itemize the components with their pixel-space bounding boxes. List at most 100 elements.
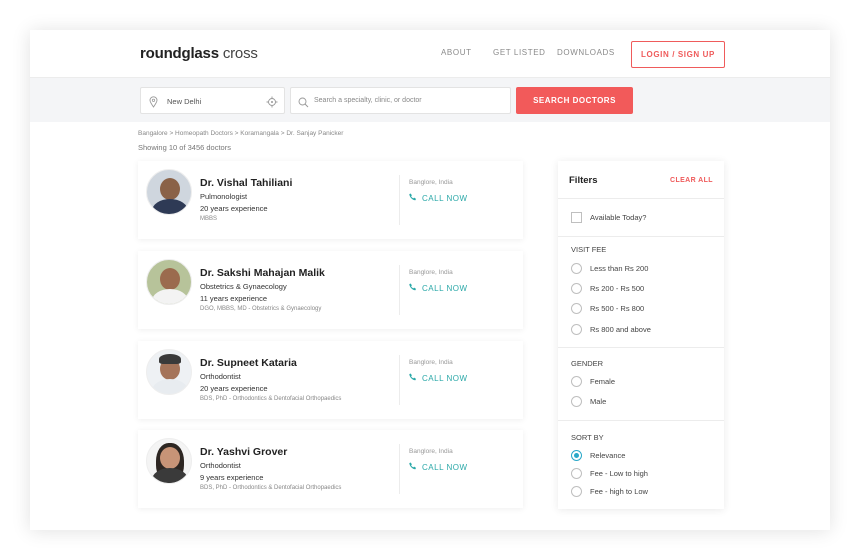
doctor-specialty: Orthodontist [200, 461, 241, 470]
clear-all-button[interactable]: CLEAR ALL [670, 177, 713, 184]
doctor-card[interactable]: Dr. Supneet Kataria Orthodontist 20 year… [138, 341, 523, 419]
breadcrumb[interactable]: Bangalore > Homeopath Doctors > Koramang… [138, 130, 343, 137]
location-pin-icon [149, 95, 158, 113]
doctor-avatar [146, 169, 192, 215]
nav-downloads[interactable]: DOWNLOADS [557, 48, 615, 57]
search-bar: New Delhi Search a specialty, clinic, or… [30, 78, 830, 122]
sort-option-label: Fee - Low to high [590, 469, 648, 478]
doctor-avatar [146, 438, 192, 484]
call-now-button[interactable]: CALL NOW [409, 193, 468, 203]
doctor-experience: 11 years experience [200, 294, 267, 303]
gender-heading: GENDER [571, 359, 604, 368]
doctor-degrees: BDS, PhD - Orthodontics & Dentofacial Or… [200, 396, 342, 402]
doctor-experience: 9 years experience [200, 473, 264, 482]
visit-fee-heading: VISIT FEE [571, 245, 607, 254]
gender-option-label: Male [590, 397, 607, 406]
call-now-label: CALL NOW [422, 283, 468, 293]
location-value: New Delhi [167, 97, 202, 106]
doctor-city: Banglore, India [409, 448, 453, 455]
doctor-card[interactable]: Dr. Vishal Tahiliani Pulmonologist 20 ye… [138, 161, 523, 239]
nav-about[interactable]: ABOUT [441, 48, 472, 57]
call-now-label: CALL NOW [422, 193, 468, 203]
search-icon [298, 95, 309, 113]
card-divider [399, 444, 400, 494]
search-input[interactable]: Search a specialty, clinic, or doctor [290, 87, 511, 114]
fee-option[interactable]: Rs 200 - Rs 500 [571, 283, 644, 294]
brand-logo[interactable]: roundglass cross [140, 45, 258, 62]
doctor-card[interactable]: Dr. Yashvi Grover Orthodontist 9 years e… [138, 430, 523, 508]
fee-option[interactable]: Rs 800 and above [571, 324, 651, 335]
call-now-button[interactable]: CALL NOW [409, 373, 468, 383]
radio-button[interactable] [571, 324, 582, 335]
card-divider [399, 355, 400, 405]
sort-option[interactable]: Fee - high to Low [571, 486, 648, 497]
doctor-name[interactable]: Dr. Sakshi Mahajan Malik [200, 267, 325, 279]
call-now-button[interactable]: CALL NOW [409, 462, 468, 472]
login-signup-button[interactable]: LOGIN / SIGN UP [631, 41, 725, 68]
radio-button[interactable] [571, 486, 582, 497]
fee-option-label: Rs 200 - Rs 500 [590, 284, 645, 293]
sort-option[interactable]: Relevance [571, 450, 625, 461]
radio-button[interactable] [571, 396, 582, 407]
radio-button[interactable] [571, 450, 582, 461]
gender-option-label: Female [590, 377, 616, 386]
search-doctors-button[interactable]: SEARCH DOCTORS [516, 87, 633, 114]
search-placeholder: Search a specialty, clinic, or doctor [314, 97, 422, 104]
doctor-degrees: BDS, PhD - Orthodontics & Dentofacial Or… [200, 485, 342, 491]
fee-option[interactable]: Rs 500 - Rs 800 [571, 303, 644, 314]
divider [558, 198, 724, 199]
phone-icon [409, 373, 417, 383]
radio-button[interactable] [571, 376, 582, 387]
divider [558, 236, 724, 237]
fee-option[interactable]: Less than Rs 200 [571, 263, 648, 274]
radio-button[interactable] [571, 468, 582, 479]
available-today-label: Available Today? [590, 213, 647, 222]
divider [558, 347, 724, 348]
divider [558, 420, 724, 421]
doctor-specialty: Obstetrics & Gynaecology [200, 282, 287, 291]
doctor-name[interactable]: Dr. Supneet Kataria [200, 357, 297, 369]
radio-button[interactable] [571, 263, 582, 274]
call-now-label: CALL NOW [422, 462, 468, 472]
locate-me-icon[interactable] [266, 95, 278, 113]
fee-option-label: Rs 800 and above [590, 325, 651, 334]
nav-get-listed[interactable]: GET LISTED [493, 48, 546, 57]
phone-icon [409, 283, 417, 293]
sort-option[interactable]: Fee - Low to high [571, 468, 648, 479]
top-header: roundglass cross ABOUT GET LISTED DOWNLO… [30, 30, 830, 78]
doctor-city: Banglore, India [409, 269, 453, 276]
radio-button[interactable] [571, 303, 582, 314]
sort-by-heading: SORT BY [571, 433, 604, 442]
phone-icon [409, 462, 417, 472]
gender-option[interactable]: Female [571, 376, 615, 387]
checkbox-box[interactable] [571, 212, 582, 223]
doctor-specialty: Pulmonologist [200, 192, 248, 201]
doctor-name[interactable]: Dr. Yashvi Grover [200, 446, 287, 458]
doctor-avatar [146, 349, 192, 395]
sort-option-label: Relevance [590, 451, 626, 460]
fee-option-label: Less than Rs 200 [590, 264, 649, 273]
results-count: Showing 10 of 3456 doctors [138, 143, 231, 152]
doctor-degrees: DGO, MBBS, MD - Obstetrics & Gynaecology [200, 306, 322, 312]
call-now-button[interactable]: CALL NOW [409, 283, 468, 293]
doctor-name[interactable]: Dr. Vishal Tahiliani [200, 177, 292, 189]
card-divider [399, 265, 400, 315]
doctor-experience: 20 years experience [200, 204, 268, 213]
doctor-degrees: MBBS [200, 216, 218, 222]
filters-title: Filters [569, 175, 598, 186]
card-divider [399, 175, 400, 225]
fee-option-label: Rs 500 - Rs 800 [590, 304, 645, 313]
doctor-city: Banglore, India [409, 359, 453, 366]
app-frame: roundglass cross ABOUT GET LISTED DOWNLO… [30, 30, 830, 530]
phone-icon [409, 193, 417, 203]
sort-option-label: Fee - high to Low [590, 487, 648, 496]
location-input[interactable]: New Delhi [140, 87, 285, 114]
doctor-specialty: Orthodontist [200, 372, 241, 381]
radio-button[interactable] [571, 283, 582, 294]
doctor-experience: 20 years experience [200, 384, 268, 393]
available-today-checkbox[interactable]: Available Today? [571, 212, 646, 223]
doctor-city: Banglore, India [409, 179, 453, 186]
doctor-avatar [146, 259, 192, 305]
doctor-card[interactable]: Dr. Sakshi Mahajan Malik Obstetrics & Gy… [138, 251, 523, 329]
gender-option[interactable]: Male [571, 396, 606, 407]
